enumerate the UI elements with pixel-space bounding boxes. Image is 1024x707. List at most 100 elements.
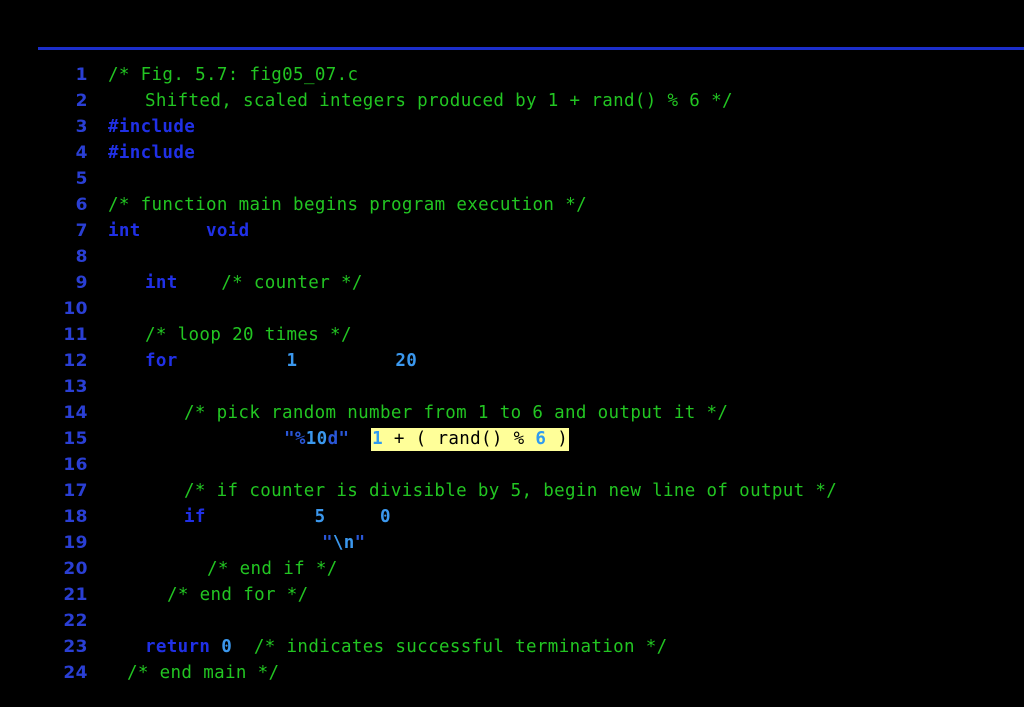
string-quote-open: " <box>322 533 333 553</box>
line-source: /* function main begins program executio… <box>108 192 587 218</box>
line-number: 22 <box>63 611 88 631</box>
line-source: return 0 /* indicates successful termina… <box>145 634 668 660</box>
hidden-identifier <box>210 637 221 657</box>
hidden-identifier <box>141 221 206 241</box>
expression-close-paren: ) <box>546 429 569 449</box>
line-number: 7 <box>75 221 88 241</box>
line-number: 19 <box>63 533 88 553</box>
keyword-void: void <box>206 221 250 241</box>
format-conversion: d <box>327 429 339 449</box>
hidden-identifier <box>349 429 371 449</box>
line-source: /* end for */ <box>167 582 309 608</box>
line-number: 11 <box>63 325 88 345</box>
keyword-int: int <box>145 273 178 293</box>
highlighted-expression: 1 + ( rand() % 6 ) <box>371 428 570 451</box>
line-number: 18 <box>63 507 88 527</box>
code-line: 13 <box>0 374 1024 400</box>
line-number: 4 <box>75 143 88 163</box>
code-line: 14 /* pick random number from 1 to 6 and… <box>0 400 1024 426</box>
line-number: 14 <box>63 403 88 423</box>
numeric-literal: 6 <box>535 429 547 449</box>
comment-token: /* if counter is divisible by 5, begin n… <box>184 481 838 501</box>
comment-token: /* end for */ <box>167 585 309 605</box>
hidden-identifier <box>297 351 395 371</box>
line-number: 8 <box>75 247 88 267</box>
line-source: for 1 20 <box>145 348 417 374</box>
comment-token: /* pick random number from 1 to 6 and ou… <box>184 403 729 423</box>
slide-canvas: 1 /* Fig. 5.7: fig05_07.c 2 Shifted, sca… <box>0 0 1024 707</box>
line-number: 1 <box>75 65 88 85</box>
line-number: 2 <box>75 91 88 111</box>
keyword-if: if <box>184 507 206 527</box>
numeric-literal: 20 <box>395 351 418 371</box>
code-line: 1 /* Fig. 5.7: fig05_07.c <box>0 62 1024 88</box>
line-source: "%10d" 1 + ( rand() % 6 ) <box>284 426 570 452</box>
line-source: int void <box>108 218 250 244</box>
code-line: 11 /* loop 20 times */ <box>0 322 1024 348</box>
line-source: int /* counter */ <box>145 270 363 296</box>
numeric-literal: 5 <box>314 507 326 527</box>
line-source: /* end if */ <box>207 556 338 582</box>
comment-token: /* counter */ <box>221 273 363 293</box>
code-line: 7 int void <box>0 218 1024 244</box>
keyword-for: for <box>145 351 178 371</box>
code-line-highlighted: 15 "%10d" 1 + ( rand() % 6 ) <box>0 426 1024 452</box>
string-quote-close: " <box>354 533 366 553</box>
line-source: /* loop 20 times */ <box>145 322 352 348</box>
code-listing: 1 /* Fig. 5.7: fig05_07.c 2 Shifted, sca… <box>0 62 1024 686</box>
line-source: /* if counter is divisible by 5, begin n… <box>184 478 837 504</box>
numeric-literal: 0 <box>221 637 233 657</box>
line-number: 10 <box>63 299 88 319</box>
numeric-literal: 0 <box>379 507 391 527</box>
code-line: 5 <box>0 166 1024 192</box>
line-source: /* pick random number from 1 to 6 and ou… <box>184 400 728 426</box>
string-quote-close: " <box>338 429 350 449</box>
escape-sequence: \n <box>332 533 355 553</box>
hidden-identifier <box>326 507 380 527</box>
code-line: 21 /* end for */ <box>0 582 1024 608</box>
comment-token: Shifted, scaled integers produced by 1 +… <box>145 91 733 111</box>
line-source: Shifted, scaled integers produced by 1 +… <box>145 88 733 114</box>
format-width: 10 <box>305 429 328 449</box>
string-literal: "%10d" <box>284 429 349 449</box>
numeric-literal: 1 <box>286 351 298 371</box>
line-number: 5 <box>75 169 88 189</box>
comment-token: /* loop 20 times */ <box>145 325 352 345</box>
numeric-literal: 1 <box>372 429 384 449</box>
line-number: 9 <box>75 273 88 293</box>
header-divider-rule <box>38 47 1024 50</box>
code-line: 2 Shifted, scaled integers produced by 1… <box>0 88 1024 114</box>
code-line: 6 /* function main begins program execut… <box>0 192 1024 218</box>
hidden-identifier <box>232 637 254 657</box>
line-source: /* Fig. 5.7: fig05_07.c <box>108 62 358 88</box>
line-number: 23 <box>63 637 88 657</box>
code-line: 10 <box>0 296 1024 322</box>
hidden-identifier <box>178 273 222 293</box>
keyword-return: return <box>145 637 211 657</box>
line-source: "\n" <box>322 530 366 556</box>
code-line: 22 <box>0 608 1024 634</box>
line-number: 20 <box>63 559 88 579</box>
preprocessor-token: #include <box>108 117 196 137</box>
hidden-identifier <box>206 507 315 527</box>
keyword-int: int <box>108 221 141 241</box>
code-line: 19 "\n" <box>0 530 1024 556</box>
line-source: #include <box>108 114 195 140</box>
format-percent: % <box>294 429 306 449</box>
code-line: 3 #include <box>0 114 1024 140</box>
code-line: 9 int /* counter */ <box>0 270 1024 296</box>
line-number: 3 <box>75 117 88 137</box>
code-line: 4 #include <box>0 140 1024 166</box>
code-line: 17 /* if counter is divisible by 5, begi… <box>0 478 1024 504</box>
comment-token: /* end if */ <box>207 559 338 579</box>
code-line: 8 <box>0 244 1024 270</box>
line-number: 24 <box>63 663 88 683</box>
comment-token: /* end main */ <box>127 663 280 683</box>
line-number: 15 <box>63 429 88 449</box>
comment-token: /* indicates successful termination */ <box>253 637 668 657</box>
line-number: 16 <box>63 455 88 475</box>
code-line: 18 if 5 0 <box>0 504 1024 530</box>
line-number: 21 <box>63 585 88 605</box>
line-number: 17 <box>63 481 88 501</box>
line-source: if 5 0 <box>184 504 391 530</box>
